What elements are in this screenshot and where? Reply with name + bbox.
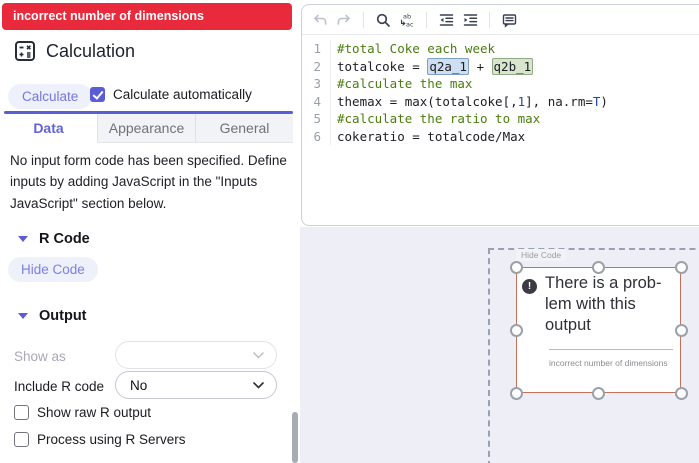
tab-data[interactable]: Data (0, 113, 98, 143)
indent-icon[interactable] (458, 8, 482, 32)
calculation-inspector-window: incorrect number of dimensions Calculati… (0, 0, 699, 463)
selection-handle-bottom-left[interactable] (509, 386, 523, 400)
selection-handle-mid-left[interactable] (509, 323, 523, 337)
error-divider (549, 349, 673, 350)
include-r-code-label: Include R code (14, 379, 105, 394)
output-section-title: Output (39, 308, 87, 324)
toolbar-divider (426, 11, 427, 28)
collapse-triangle-icon (18, 236, 28, 242)
calculate-automatically-label: Calculate automatically (113, 87, 252, 102)
page-title: Calculation (46, 40, 136, 61)
show-raw-r-output-checkbox[interactable]: Show raw R output (14, 405, 151, 420)
hide-code-button[interactable]: Hide Code (8, 257, 98, 282)
variable-token-q2b_1: q2b_1 (491, 57, 534, 75)
undo-icon[interactable] (308, 8, 332, 32)
code-line: 3 #calculate the max (302, 75, 699, 93)
code-line: 6 cokeratio = totalcode/Max (302, 127, 699, 145)
line-number: 3 (302, 75, 331, 93)
svg-text:ab: ab (403, 12, 411, 20)
settings-tabs: Data Appearance General (0, 113, 293, 143)
checkbox-empty-icon (14, 405, 29, 420)
selection-handle-top-left[interactable] (509, 260, 523, 274)
code-line: 1 #total Coke each week (302, 40, 699, 58)
r-code-section-header[interactable]: R Code (18, 231, 90, 247)
line-number: 1 (302, 40, 331, 58)
redo-icon[interactable] (332, 8, 356, 32)
selection-handle-mid-right[interactable] (674, 323, 688, 337)
code-token: #calculate the max (337, 76, 473, 91)
tab-appearance[interactable]: Appearance (98, 113, 196, 143)
process-using-r-servers-label: Process using R Servers (37, 432, 186, 447)
chevron-down-icon (253, 381, 264, 389)
line-number: 6 (302, 127, 331, 145)
editor-and-canvas: ab ac 1 #total Coke each week 2 totalcok… (300, 0, 699, 463)
output-section-header[interactable]: Output (18, 308, 87, 324)
replace-icon[interactable]: ab ac (395, 8, 419, 32)
show-raw-r-output-label: Show raw R output (37, 405, 152, 420)
line-number: 4 (302, 92, 331, 110)
code-token: ], na.rm= (525, 93, 593, 109)
checkbox-checked-icon (90, 87, 105, 102)
code-token: #calculate the ratio to max (337, 111, 541, 126)
calculation-icon (15, 41, 35, 61)
input-form-info-text: No input form code has been specified. D… (10, 153, 287, 211)
show-as-select[interactable] (115, 341, 277, 369)
code-token: themax = max(totalcoke[, (337, 93, 518, 109)
outdent-icon[interactable] (434, 8, 458, 32)
selection-handle-top-right[interactable] (674, 260, 688, 274)
code-token: #total Coke each week (337, 41, 496, 56)
settings-panel: incorrect number of dimensions Calculati… (0, 0, 300, 463)
toolbar-divider (363, 11, 364, 28)
toolbar-divider (489, 11, 490, 28)
variable-token-q2a_1: q2a_1 (427, 57, 469, 75)
code-token: + (468, 58, 492, 74)
editor-toolbar: ab ac (302, 5, 699, 35)
code-area[interactable]: 1 #total Coke each week 2 totalcoke = q2… (302, 35, 699, 145)
code-line: 5 #calculate the ratio to max (302, 110, 699, 128)
line-number: 5 (302, 110, 331, 128)
selection-handle-bottom-right[interactable] (674, 386, 688, 400)
include-r-code-select[interactable]: No (115, 371, 277, 399)
checkbox-empty-icon (14, 432, 29, 447)
chevron-down-icon (253, 351, 264, 359)
calculate-button[interactable]: Calculate (8, 84, 93, 109)
widget-error-title: There is a prob- lem with this output (545, 274, 662, 334)
selection-handle-bottom-center[interactable] (592, 386, 605, 400)
show-as-label: Show as (14, 349, 66, 364)
search-icon[interactable] (371, 8, 395, 32)
r-code-editor: ab ac 1 #total Coke each week 2 totalcok… (301, 4, 699, 226)
code-token: ) (600, 93, 608, 109)
tab-general[interactable]: General (196, 113, 293, 143)
hide-code-chip[interactable]: Hide Code (516, 249, 567, 261)
r-code-section-title: R Code (39, 231, 90, 247)
widget-error-detail: incorrect number of dimensions (549, 358, 668, 368)
code-line: 2 totalcoke = q2a_1 + q2b_1 (302, 57, 699, 75)
selection-handle-top-center[interactable] (592, 260, 605, 274)
code-line: 4 themax = max(totalcoke[,1], na.rm=T) (302, 92, 699, 110)
error-banner: incorrect number of dimensions (2, 3, 292, 30)
code-token: cokeratio = totalcode/Max (337, 128, 526, 144)
include-r-code-value: No (130, 377, 148, 393)
svg-text:ac: ac (406, 20, 414, 28)
line-number: 2 (302, 57, 331, 75)
error-exclamation-icon: ! (522, 279, 537, 294)
collapse-triangle-icon (18, 313, 28, 319)
calculate-automatically-checkbox[interactable]: Calculate automatically (90, 87, 252, 102)
process-using-r-servers-checkbox[interactable]: Process using R Servers (14, 432, 186, 447)
output-widget[interactable]: ! There is a prob- lem with this output … (516, 267, 681, 393)
code-token: totalcoke = (337, 58, 428, 74)
panel-scrollbar-thumb[interactable] (292, 412, 298, 463)
comment-icon[interactable] (497, 8, 521, 32)
